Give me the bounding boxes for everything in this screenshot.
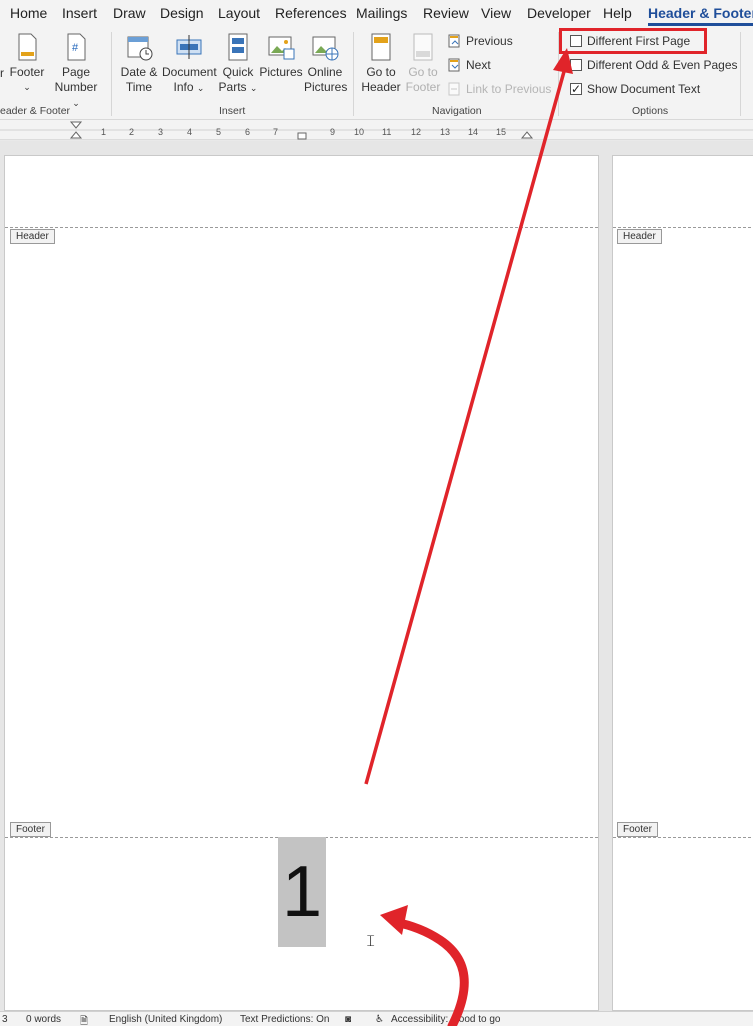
- tab-home[interactable]: Home: [10, 5, 47, 21]
- previous-button[interactable]: Previous: [448, 32, 513, 50]
- right-indent-marker: [520, 131, 534, 139]
- status-bar: 3 0 words 🗎 English (United Kingdom) Tex…: [0, 1011, 753, 1026]
- tab-mailings[interactable]: Mailings: [356, 5, 407, 21]
- online-pictures-icon: [312, 36, 339, 61]
- tab-layout[interactable]: Layout: [218, 5, 260, 21]
- pictures-button[interactable]: Pictures: [259, 32, 303, 80]
- svg-text:#: #: [72, 42, 79, 54]
- tab-design[interactable]: Design: [160, 5, 204, 21]
- tab-header-footer[interactable]: Header & Footer: [648, 5, 753, 26]
- group-separator: [111, 32, 112, 116]
- ruler-tick: 11: [382, 127, 392, 137]
- document-area[interactable]: Header Footer Header Footer: [0, 141, 753, 1011]
- calendar-clock-icon: [127, 36, 153, 61]
- next-button[interactable]: Next: [448, 56, 491, 74]
- previous-icon: [448, 34, 460, 48]
- ruler-tick: 9: [330, 127, 336, 137]
- ruler-tick: 3: [158, 127, 164, 137]
- quick-parts-button[interactable]: Quick Parts ⌄: [218, 32, 258, 96]
- different-odd-even-checkbox[interactable]: [570, 59, 582, 71]
- link-to-previous-button[interactable]: Link to Previous: [448, 80, 551, 98]
- show-document-text-checkbox[interactable]: [570, 80, 582, 98]
- tab-view[interactable]: View: [481, 5, 511, 21]
- header-boundary-line: [613, 227, 753, 228]
- chevron-down-icon: ⌄: [23, 82, 31, 92]
- group-separator: [353, 32, 354, 116]
- text-cursor-icon: 𝙸: [365, 933, 377, 950]
- quick-parts-icon: [228, 33, 248, 61]
- truncated-edge-char: r: [0, 66, 4, 80]
- page-number-button[interactable]: # Page Number ⌄: [50, 32, 102, 111]
- proofing-icon[interactable]: 🗎: [80, 1014, 88, 1026]
- go-to-header-icon: [371, 33, 391, 61]
- show-document-text-option[interactable]: Show Document Text: [570, 80, 700, 98]
- menu-bar: Home Insert Draw Design Layout Reference…: [0, 0, 753, 26]
- header-tag: Header: [617, 229, 662, 244]
- footer-button[interactable]: Footer ⌄: [8, 32, 46, 95]
- ruler-tick: 10: [354, 127, 365, 137]
- group-name-options: Options: [632, 105, 669, 117]
- group-separator: [740, 32, 741, 116]
- next-icon: [448, 58, 460, 72]
- ruler-tick: 5: [216, 127, 222, 137]
- ruler-marks: [0, 121, 753, 140]
- ruler-tick: 2: [129, 127, 135, 137]
- go-to-footer-icon: [413, 33, 433, 61]
- ruler-tick: 14: [468, 127, 479, 137]
- document-info-button[interactable]: Document Info ⌄: [162, 32, 217, 96]
- link-icon: [448, 82, 460, 96]
- first-line-indent-marker: [69, 121, 83, 129]
- footer-tag: Footer: [10, 822, 51, 837]
- go-to-header-button[interactable]: Go to Header: [359, 32, 403, 95]
- hanging-indent-marker: [69, 131, 83, 139]
- tab-help[interactable]: Help: [603, 5, 632, 21]
- focus-mode-icon[interactable]: ◙: [345, 1014, 351, 1025]
- tab-developer[interactable]: Developer: [527, 5, 591, 21]
- annotation-highlight-box: [559, 28, 707, 54]
- ruler-tick: 13: [440, 127, 451, 137]
- horizontal-ruler[interactable]: 1 2 3 4 5 6 7 9 10 11 12 13 14 15: [0, 120, 753, 140]
- header-tag: Header: [10, 229, 55, 244]
- ruler-tick: 12: [411, 127, 422, 137]
- group-name-insert: Insert: [219, 105, 246, 117]
- ruler-tick: 7: [273, 127, 279, 137]
- tab-draw[interactable]: Draw: [113, 5, 146, 21]
- footer-tag: Footer: [617, 822, 658, 837]
- document-info-icon: [176, 35, 202, 59]
- group-name-header-footer: eader & Footer: [0, 105, 71, 117]
- document-page-next[interactable]: Header Footer: [612, 155, 753, 1011]
- tab-references[interactable]: References: [275, 5, 347, 21]
- online-pictures-button[interactable]: Online Pictures: [304, 32, 347, 95]
- chevron-down-icon: ⌄: [196, 83, 205, 93]
- ruler-tick: 6: [245, 127, 251, 137]
- status-word-count[interactable]: 0 words: [26, 1014, 61, 1025]
- ruler-tick: 15: [496, 127, 507, 137]
- ruler-tick: 4: [187, 127, 193, 137]
- chevron-down-icon: ⌄: [249, 83, 258, 93]
- pictures-icon: [268, 36, 295, 60]
- go-to-footer-button[interactable]: Go to Footer: [404, 32, 442, 95]
- different-odd-even-option[interactable]: Different Odd & Even Pages: [570, 56, 738, 74]
- status-text-predictions[interactable]: Text Predictions: On: [240, 1014, 329, 1025]
- header-boundary-line: [5, 227, 598, 228]
- status-language[interactable]: English (United Kingdom): [109, 1014, 222, 1025]
- page-number-icon: #: [67, 33, 86, 61]
- tab-insert[interactable]: Insert: [62, 5, 97, 21]
- group-name-navigation: Navigation: [432, 105, 482, 117]
- page-number-field[interactable]: 1: [278, 837, 326, 947]
- footer-icon: [18, 33, 37, 61]
- status-accessibility[interactable]: Accessibility: Good to go: [391, 1014, 501, 1025]
- tab-review[interactable]: Review: [423, 5, 469, 21]
- accessibility-icon[interactable]: ♿: [375, 1014, 384, 1025]
- chevron-down-icon: ⌄: [72, 98, 80, 108]
- ruler-tick: 1: [101, 127, 107, 137]
- status-page[interactable]: 3: [2, 1014, 8, 1025]
- footer-boundary-line: [613, 837, 753, 838]
- date-time-button[interactable]: Date & Time: [118, 32, 160, 95]
- center-tab-marker: [297, 132, 307, 140]
